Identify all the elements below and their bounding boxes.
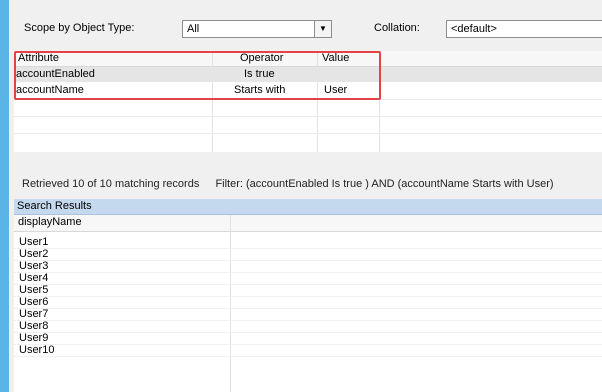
table-row[interactable]: User4 xyxy=(14,272,602,285)
results-grid-header: displayName xyxy=(14,215,602,232)
retrieved-count: Retrieved 10 of 10 matching records xyxy=(22,178,200,190)
filter-row[interactable]: accountEnabled Is true xyxy=(14,67,602,82)
filter-attribute: accountEnabled xyxy=(16,68,95,80)
table-row[interactable]: User6 xyxy=(14,296,602,309)
filter-summary: Filter: (accountEnabled Is true ) AND (a… xyxy=(215,178,554,190)
table-row[interactable]: User9 xyxy=(14,332,602,345)
result-display-name: User1 xyxy=(19,236,49,248)
scope-object-type-dropdown[interactable]: All ▼ xyxy=(182,20,332,38)
column-header-attribute[interactable]: Attribute xyxy=(18,52,59,64)
table-row[interactable]: User5 xyxy=(14,284,602,297)
left-accent-bar xyxy=(0,0,9,392)
filter-operator: Starts with xyxy=(234,84,286,96)
filter-grid-header: Attribute Operator Value xyxy=(14,51,602,67)
row-divider xyxy=(14,133,602,134)
status-line: Retrieved 10 of 10 matching records Filt… xyxy=(22,178,554,190)
filter-value: User xyxy=(324,84,348,96)
table-row[interactable]: User10 xyxy=(14,344,602,357)
filter-row-empty[interactable] xyxy=(14,100,602,115)
table-row[interactable]: User3 xyxy=(14,260,602,273)
scope-value: All xyxy=(187,23,200,35)
result-display-name: User4 xyxy=(19,272,49,284)
filter-row[interactable]: accountName Starts with User xyxy=(14,83,602,98)
table-row[interactable]: User7 xyxy=(14,308,602,321)
result-display-name: User8 xyxy=(19,320,49,332)
table-row[interactable]: User2 xyxy=(14,248,602,261)
result-display-name: User6 xyxy=(19,296,49,308)
search-results-title: Search Results xyxy=(17,200,92,212)
result-display-name: User7 xyxy=(19,308,49,320)
filter-operator: Is true xyxy=(244,68,275,80)
collation-value: <default> xyxy=(451,23,497,35)
scope-label: Scope by Object Type: xyxy=(24,22,135,34)
search-results-header: Search Results xyxy=(14,199,602,215)
column-header-operator[interactable]: Operator xyxy=(240,52,283,64)
filter-grid[interactable]: Attribute Operator Value accountEnabled … xyxy=(14,51,602,152)
table-row[interactable]: User8 xyxy=(14,320,602,333)
column-header-displayname[interactable]: displayName xyxy=(18,216,82,228)
result-display-name: User5 xyxy=(19,284,49,296)
result-display-name: User9 xyxy=(19,332,49,344)
column-header-value[interactable]: Value xyxy=(322,52,349,64)
chevron-down-icon[interactable]: ▼ xyxy=(314,21,331,37)
result-display-name: User2 xyxy=(19,248,49,260)
filter-row-empty[interactable] xyxy=(14,117,602,132)
table-row[interactable]: User1 xyxy=(14,236,602,249)
result-display-name: User10 xyxy=(19,344,55,356)
collation-label: Collation: xyxy=(374,22,420,34)
search-results-grid[interactable]: displayName User1 User2 User3 User4 User5 Use… xyxy=(14,215,602,392)
collation-dropdown[interactable]: <default> xyxy=(446,20,602,38)
filter-attribute: accountName xyxy=(16,84,84,96)
result-display-name: User3 xyxy=(19,260,49,272)
